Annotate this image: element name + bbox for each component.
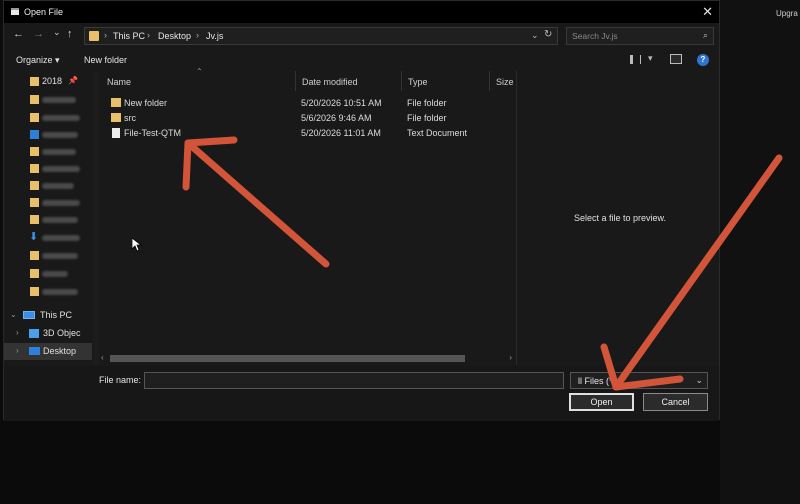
annotation-arrow-icon — [600, 154, 783, 391]
annotation-arrow-icon — [182, 136, 330, 268]
annotation-arrows — [182, 136, 783, 391]
